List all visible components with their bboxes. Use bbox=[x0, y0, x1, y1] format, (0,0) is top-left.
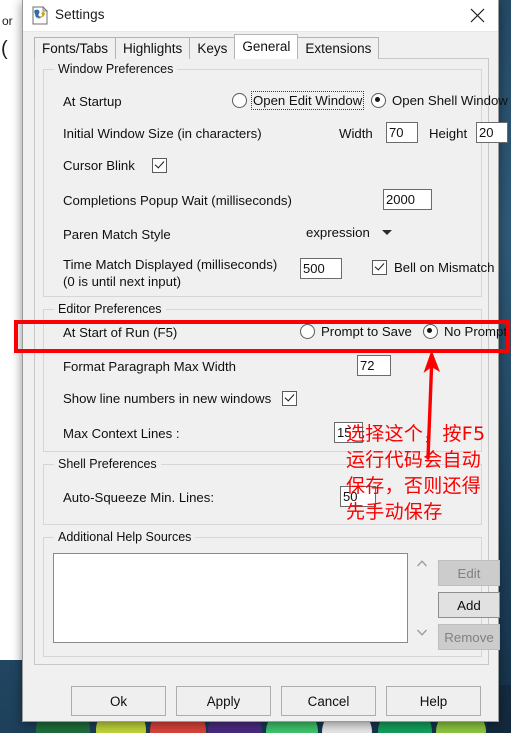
close-icon[interactable] bbox=[456, 0, 498, 31]
time-match-displayed-sublabel: (0 is until next input) bbox=[63, 274, 182, 289]
shell-preferences-label: Shell Preferences bbox=[54, 457, 161, 471]
help-sources-listbox[interactable] bbox=[53, 553, 408, 643]
auto-squeeze-min-lines-label: Auto-Squeeze Min. Lines: bbox=[63, 490, 215, 505]
paren-match-style-value: expression bbox=[306, 225, 370, 240]
radio-indicator bbox=[300, 324, 315, 339]
at-startup-label: At Startup bbox=[63, 94, 122, 109]
completions-popup-wait-input[interactable]: 2000 bbox=[383, 189, 432, 210]
ok-button[interactable]: Ok bbox=[71, 686, 166, 716]
time-match-displayed-label: Time Match Displayed (milliseconds) bbox=[63, 257, 278, 272]
editor-preferences-group: Editor Preferences At Start of Run (F5) … bbox=[43, 302, 507, 452]
initial-window-size-label: Initial Window Size (in characters) bbox=[63, 126, 262, 141]
show-line-numbers-checkbox[interactable] bbox=[282, 391, 297, 406]
checkbox-indicator bbox=[282, 391, 297, 406]
help-button[interactable]: Help bbox=[386, 686, 481, 716]
tab-keys[interactable]: Keys bbox=[189, 37, 236, 59]
idle-settings-icon bbox=[31, 6, 49, 25]
checkbox-indicator bbox=[152, 158, 167, 173]
paren-match-style-label: Paren Match Style bbox=[63, 227, 171, 242]
checkbox-indicator bbox=[372, 260, 387, 275]
radio-label: Open Shell Window bbox=[392, 93, 508, 108]
auto-squeeze-min-lines-input[interactable]: 50 bbox=[340, 486, 376, 507]
radio-label: No Prompt bbox=[444, 324, 508, 339]
edit-help-source-button[interactable]: Edit bbox=[438, 560, 500, 586]
completions-popup-wait-label: Completions Popup Wait (milliseconds) bbox=[63, 193, 292, 208]
radio-indicator bbox=[423, 324, 438, 339]
width-label: Width bbox=[339, 126, 373, 141]
cursor-blink-label: Cursor Blink bbox=[63, 158, 135, 173]
bell-on-mismatch-checkbox[interactable]: Bell on Mismatch bbox=[372, 260, 494, 275]
tab-highlights[interactable]: Highlights bbox=[115, 37, 191, 59]
height-label: Height bbox=[429, 126, 468, 141]
background-text-fragment: or bbox=[2, 14, 13, 28]
window-preferences-group: Window Preferences At Startup Open Edit … bbox=[43, 62, 508, 297]
window-preferences-label: Window Preferences bbox=[54, 62, 178, 76]
format-paragraph-max-width-input[interactable]: 72 bbox=[357, 355, 391, 376]
additional-help-sources-label: Additional Help Sources bbox=[54, 530, 196, 544]
height-input[interactable]: 20 bbox=[476, 122, 508, 143]
max-context-lines-label: Max Context Lines : bbox=[63, 426, 180, 441]
add-help-source-button[interactable]: Add bbox=[438, 592, 500, 618]
chevron-down-icon[interactable] bbox=[415, 625, 429, 639]
radio-no-prompt[interactable]: No Prompt bbox=[423, 324, 507, 339]
radio-label: Prompt to Save bbox=[321, 324, 412, 339]
width-input[interactable]: 70 bbox=[386, 122, 418, 143]
apply-button[interactable]: Apply bbox=[176, 686, 271, 716]
tab-bar: Fonts/Tabs Highlights Keys General Exten… bbox=[34, 34, 380, 59]
show-line-numbers-label: Show line numbers in new windows bbox=[63, 391, 272, 406]
format-paragraph-max-width-label: Format Paragraph Max Width bbox=[63, 359, 236, 374]
background-text-fragment: ( bbox=[1, 38, 8, 60]
radio-prompt-to-save[interactable]: Prompt to Save bbox=[300, 324, 412, 339]
editor-preferences-label: Editor Preferences bbox=[54, 302, 166, 316]
tab-general[interactable]: General bbox=[234, 34, 299, 59]
settings-dialog: Settings Fonts/Tabs Highlights Keys Gene… bbox=[22, 0, 508, 722]
shell-preferences-group: Shell Preferences Auto-Squeeze Min. Line… bbox=[43, 457, 482, 525]
radio-label: Open Edit Window bbox=[250, 91, 365, 110]
radio-indicator bbox=[371, 93, 386, 108]
cancel-button[interactable]: Cancel bbox=[281, 686, 376, 716]
chevron-down-icon bbox=[381, 230, 392, 235]
bell-on-mismatch-label: Bell on Mismatch bbox=[394, 260, 495, 275]
remove-help-source-button[interactable]: Remove bbox=[438, 624, 500, 650]
radio-indicator bbox=[232, 93, 247, 108]
cursor-blink-checkbox[interactable] bbox=[152, 158, 167, 173]
time-match-displayed-input[interactable]: 500 bbox=[300, 258, 342, 279]
general-tab-panel: Window Preferences At Startup Open Edit … bbox=[34, 58, 508, 665]
radio-open-shell-window[interactable]: Open Shell Window bbox=[371, 93, 508, 108]
tab-extensions[interactable]: Extensions bbox=[297, 37, 380, 59]
at-start-of-run-label: At Start of Run (F5) bbox=[63, 325, 178, 340]
tab-fonts-tabs[interactable]: Fonts/Tabs bbox=[34, 37, 117, 59]
paren-match-style-dropdown[interactable]: expression bbox=[306, 225, 392, 240]
title-bar: Settings bbox=[23, 0, 498, 32]
max-context-lines-input[interactable]: 15 bbox=[334, 422, 363, 443]
chevron-up-icon[interactable] bbox=[415, 556, 429, 570]
window-title: Settings bbox=[55, 7, 105, 22]
radio-open-edit-window[interactable]: Open Edit Window bbox=[232, 91, 365, 110]
additional-help-sources-group: Additional Help Sources Edit Add Remove bbox=[43, 530, 500, 657]
